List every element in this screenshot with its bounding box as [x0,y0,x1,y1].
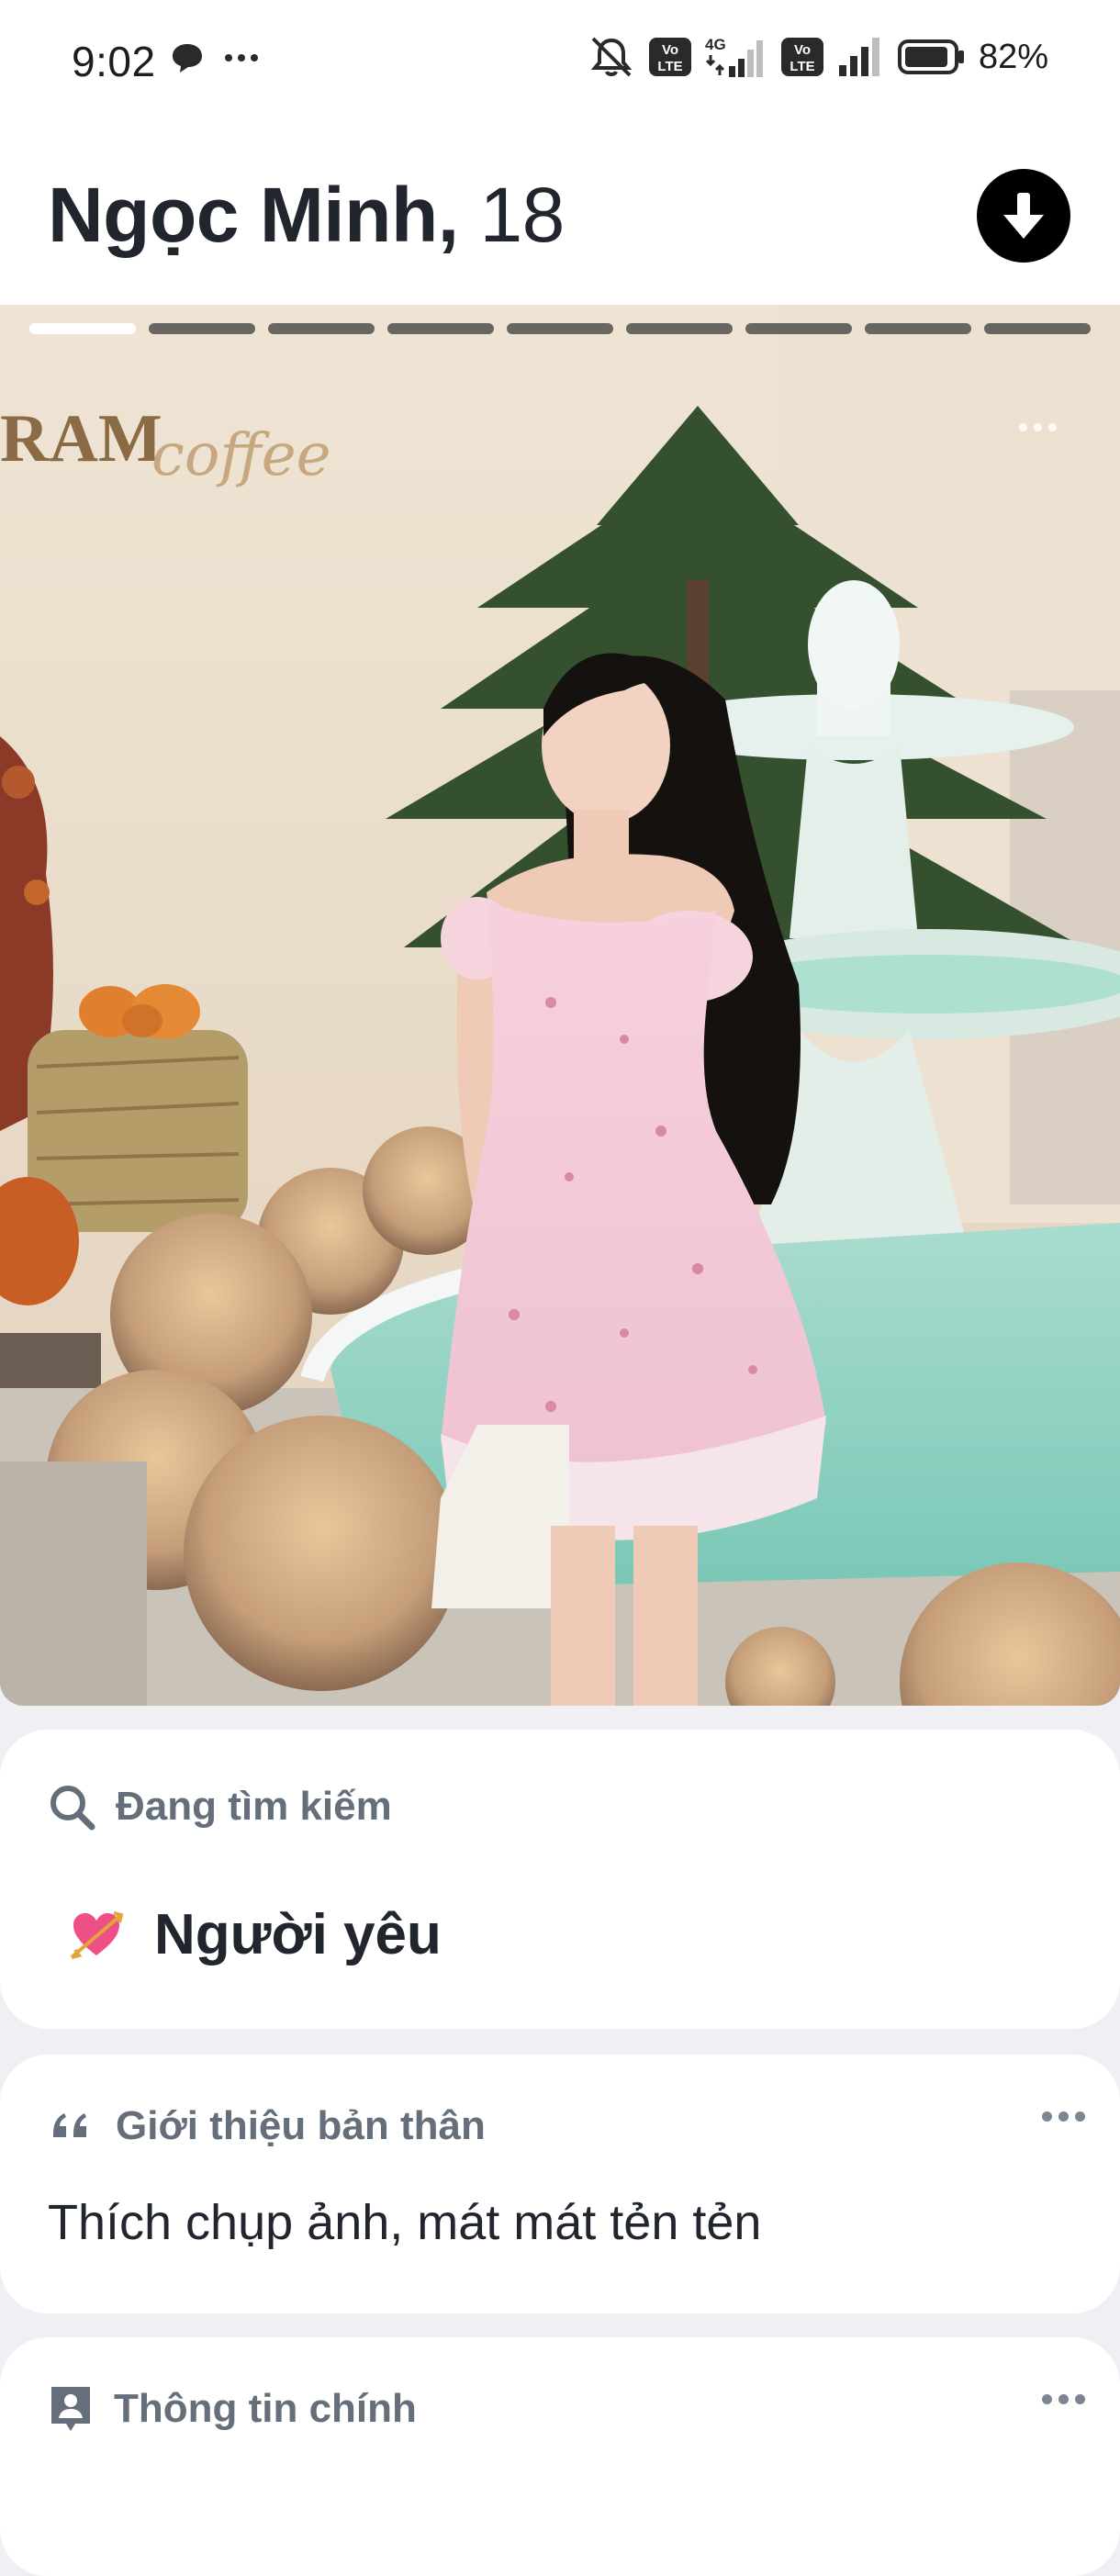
profile-name: Ngọc Minh, [48,172,459,258]
about-label: Giới thiệu bản thân [116,2103,486,2148]
profile-photo[interactable]: RAM coffee [0,305,1120,1706]
photo-progress-segment [29,323,136,334]
quote-icon [53,2113,86,2137]
basics-header: Thông tin chính [48,2385,417,2433]
profile-age: 18 [479,172,565,258]
photo-progress-segment [626,323,733,334]
looking-for-card: Đang tìm kiếm Người yêu [0,1730,1120,2029]
status-left-icons [171,42,259,73]
heart-arrow-icon [70,1910,123,1959]
battery-percentage: 82% [978,37,1048,76]
collapse-profile-button[interactable] [977,169,1070,263]
arrow-down-icon [1003,193,1044,239]
profile-header: Ngọc Minh, 18 [0,123,1120,305]
status-bar: 9:02 Vo LTE 4G Vo LTE 82% [0,0,1120,123]
basics-label: Thông tin chính [114,2386,417,2431]
id-card-icon [51,2387,90,2431]
status-right-icons: Vo LTE 4G Vo LTE 82% [588,35,1048,79]
photo-progress-segment [149,323,255,334]
about-card: Giới thiệu bản thân Thích chụp ảnh, mát … [0,2055,1120,2313]
svg-text:Vo: Vo [662,42,678,58]
status-time: 9:02 [72,38,156,85]
battery-icon [897,39,964,74]
photo-sign-script: coffee [151,421,330,489]
looking-for-label: Đang tìm kiếm [116,1784,392,1829]
volte-icon: Vo LTE [648,38,691,76]
svg-text:Vo: Vo [794,42,811,58]
chat-bubble-icon [173,44,202,73]
search-icon [50,1786,95,1831]
photo-progress-segment [268,323,375,334]
profile-title: Ngọc Minh, 18 [48,171,565,260]
about-more-options-icon[interactable] [1042,2111,1085,2122]
basics-card: Thông tin chính [0,2337,1120,2576]
photo-progress-bar [29,323,1091,334]
svg-text:LTE: LTE [657,59,682,74]
about-header: Giới thiệu bản thân [48,2102,486,2150]
photo-progress-segment [984,323,1091,334]
svg-text:4G: 4G [705,36,726,53]
photo-illustration: RAM coffee [0,305,1120,1706]
svg-text:LTE: LTE [790,59,814,74]
more-dots-icon [225,54,258,62]
bell-off-icon [590,37,633,77]
basics-more-options-icon[interactable] [1042,2394,1085,2404]
photo-sign-text: RAM [0,401,162,476]
4g-signal-icon: 4G [705,36,763,77]
about-text: Thích chụp ảnh, mát mát tẻn tẻn [48,2195,762,2250]
looking-for-value: Người yêu [154,1903,442,1966]
photo-progress-segment [387,323,494,334]
volte-icon-2: Vo LTE [780,38,823,76]
photo-more-options-icon[interactable] [1019,417,1065,437]
signal-icon [838,38,879,76]
looking-for-value-row: Người yêu [70,1902,442,1967]
photo-progress-segment [745,323,852,334]
looking-for-header: Đang tìm kiếm [48,1783,392,1831]
photo-progress-segment [865,323,971,334]
photo-progress-segment [507,323,613,334]
